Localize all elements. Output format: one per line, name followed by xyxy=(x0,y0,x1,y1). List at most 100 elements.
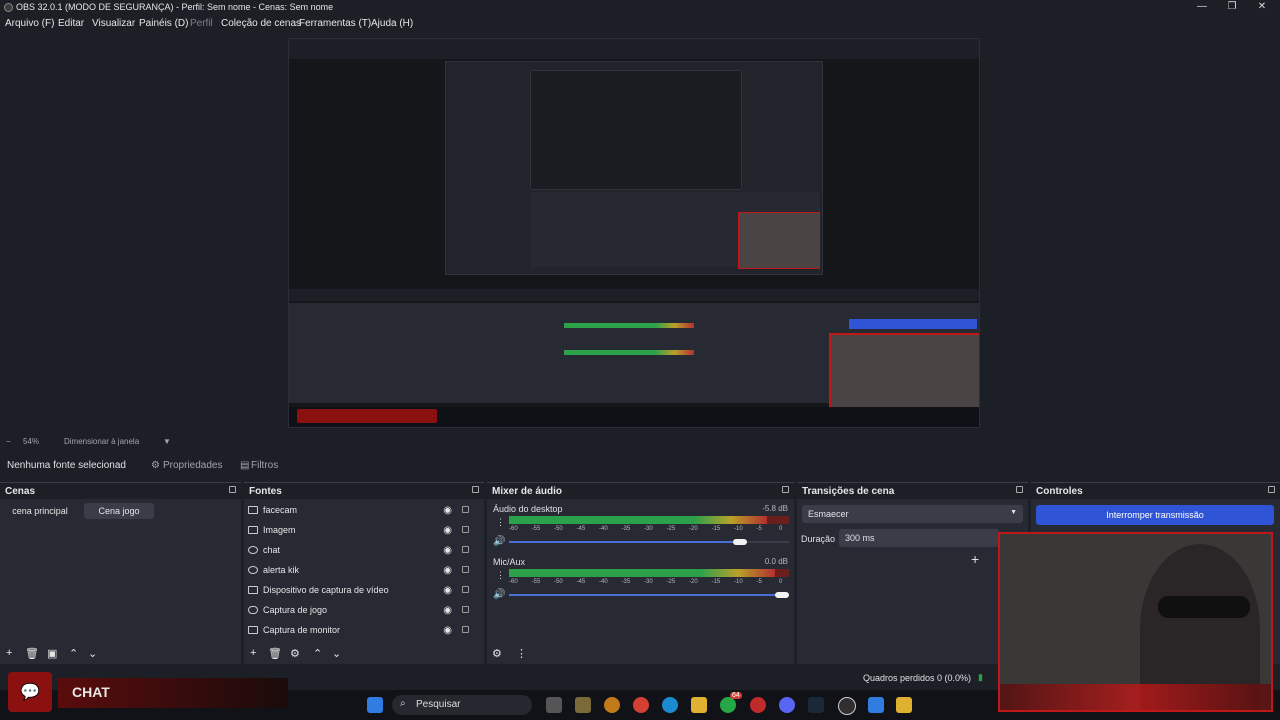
signal-icon: ▮ xyxy=(978,672,983,682)
volume-knob[interactable] xyxy=(775,592,789,598)
add-icon[interactable]: + xyxy=(971,551,979,567)
store-icon[interactable] xyxy=(575,697,591,713)
dock-menu-icon[interactable] xyxy=(1016,486,1023,493)
lock-icon[interactable] xyxy=(462,566,469,573)
filter-icon[interactable]: ▤ xyxy=(240,460,249,471)
obs-app-icon xyxy=(4,3,13,12)
stop-streaming-button[interactable]: Interromper transmissão xyxy=(1036,505,1274,525)
menu-arquivo[interactable]: Arquivo (F) xyxy=(5,18,54,29)
chat-label: CHAT xyxy=(72,684,110,700)
meter-tick-label: 0 xyxy=(779,526,783,532)
speaker-icon[interactable]: 🔊 xyxy=(493,589,505,600)
chevron-down-icon[interactable]: ⌄ xyxy=(88,647,97,660)
chevron-down-icon[interactable]: ▼ xyxy=(163,437,171,446)
visibility-icon[interactable]: ◉ xyxy=(443,585,452,596)
meter-tick-label: -10 xyxy=(734,526,743,532)
lock-icon[interactable] xyxy=(462,506,469,513)
volume-slider[interactable] xyxy=(509,541,789,543)
taskbar-search[interactable]: ⌕ Pesquisar xyxy=(392,695,532,715)
add-icon[interactable]: + xyxy=(6,647,12,659)
transition-select[interactable]: Esmaecer ▼ xyxy=(802,505,1023,523)
filter-icon[interactable]: ▣ xyxy=(47,647,57,660)
meter-tick-label: -50 xyxy=(554,579,563,585)
camera-icon xyxy=(248,586,258,594)
menu-colecao-cenas[interactable]: Coleção de cenas xyxy=(221,18,301,29)
visibility-icon[interactable]: ◉ xyxy=(443,605,452,616)
app-bolt-icon[interactable] xyxy=(896,697,912,713)
webcam-overlay xyxy=(998,532,1273,712)
source-item[interactable]: facecam ◉ xyxy=(244,501,484,521)
menu-perfil[interactable]: Perfil xyxy=(190,18,213,29)
discord-icon[interactable] xyxy=(779,697,795,713)
menu-ajuda[interactable]: Ajuda (H) xyxy=(371,18,413,29)
visibility-icon[interactable]: ◉ xyxy=(443,545,452,556)
lock-icon[interactable] xyxy=(462,626,469,633)
more-options-icon[interactable]: ⋮ xyxy=(496,570,505,581)
visibility-icon[interactable]: ◉ xyxy=(443,625,452,636)
meter-tick-label: -5 xyxy=(756,526,762,532)
visibility-icon[interactable]: ◉ xyxy=(443,525,452,536)
folder-icon[interactable] xyxy=(691,697,707,713)
more-options-icon[interactable]: ⋮ xyxy=(516,647,527,660)
dock-menu-icon[interactable] xyxy=(472,486,479,493)
duration-field[interactable]: 300 ms xyxy=(839,529,999,547)
maximize-icon[interactable]: ❐ xyxy=(1218,0,1246,15)
source-item[interactable]: chat ◉ xyxy=(244,541,484,561)
properties-button[interactable]: Propriedades xyxy=(163,460,222,471)
filters-button[interactable]: Filtros xyxy=(251,460,278,471)
dock-menu-icon[interactable] xyxy=(229,486,236,493)
source-item[interactable]: Imagem ◉ xyxy=(244,521,484,541)
steam-icon[interactable] xyxy=(808,697,824,713)
scene-item[interactable]: cena principal xyxy=(5,503,75,519)
source-item[interactable]: Captura de jogo ◉ xyxy=(244,601,484,621)
visibility-icon[interactable]: ◉ xyxy=(443,565,452,576)
transitions-panel: Transições de cena Esmaecer ▼ Duração 30… xyxy=(797,482,1028,664)
source-item[interactable]: Captura de monitor ◉ xyxy=(244,621,484,641)
gear-icon[interactable]: ⚙ xyxy=(151,460,160,471)
volume-slider[interactable] xyxy=(509,594,789,596)
chevron-down-icon[interactable]: ⌄ xyxy=(332,647,341,660)
close-icon[interactable]: ✕ xyxy=(1248,0,1276,15)
visibility-icon[interactable]: ◉ xyxy=(443,505,452,516)
chrome-icon[interactable] xyxy=(633,697,649,713)
volume-knob[interactable] xyxy=(733,539,747,545)
meter-ticks: -60 -55 -50 -45 -40 -35 -30 -25 -20 -15 -10 -5 0 xyxy=(509,579,789,587)
trash-icon[interactable]: 🗑 xyxy=(25,647,39,660)
menu-paineis[interactable]: Painéis (D) xyxy=(139,18,188,29)
trash-icon[interactable]: 🗑 xyxy=(268,647,282,660)
zoom-level[interactable]: 54% xyxy=(23,437,39,446)
lock-icon[interactable] xyxy=(462,606,469,613)
dock-menu-icon[interactable] xyxy=(1268,486,1275,493)
lock-icon[interactable] xyxy=(462,526,469,533)
gear-icon[interactable]: ⚙ xyxy=(290,647,300,660)
task-view-icon[interactable] xyxy=(546,697,562,713)
lock-icon[interactable] xyxy=(462,546,469,553)
resize-to-window-button[interactable]: Dimensionar à janela xyxy=(64,437,139,446)
chevron-up-icon[interactable]: ⌃ xyxy=(69,647,78,660)
menu-visualizar[interactable]: Visualizar xyxy=(92,18,135,29)
app-red-icon[interactable] xyxy=(750,697,766,713)
menu-ferramentas[interactable]: Ferramentas (T) xyxy=(299,18,371,29)
chevron-up-icon[interactable]: ⌃ xyxy=(313,647,322,660)
source-item[interactable]: Dispositivo de captura de vídeo ◉ xyxy=(244,581,484,601)
speaker-icon[interactable]: 🔊 xyxy=(493,536,505,547)
edge-icon[interactable] xyxy=(662,697,678,713)
app-window-icon[interactable] xyxy=(868,697,884,713)
whatsapp-icon[interactable] xyxy=(720,697,736,713)
copilot-icon[interactable] xyxy=(604,697,620,713)
obs-icon[interactable] xyxy=(838,697,856,715)
start-icon[interactable] xyxy=(367,697,383,713)
preview-canvas[interactable] xyxy=(288,38,980,428)
scene-item[interactable]: Cena jogo xyxy=(84,503,154,519)
menu-editar[interactable]: Editar xyxy=(58,18,84,29)
lock-icon[interactable] xyxy=(462,586,469,593)
chevron-down-icon: ▼ xyxy=(1010,509,1017,516)
dock-menu-icon[interactable] xyxy=(782,486,789,493)
advanced-audio-icon[interactable]: ⚙ xyxy=(492,647,502,660)
source-item[interactable]: alerta kik ◉ xyxy=(244,561,484,581)
more-options-icon[interactable]: ⋮ xyxy=(496,517,505,528)
meter-tick-label: -40 xyxy=(599,526,608,532)
zoom-minus-button[interactable]: − xyxy=(6,437,11,446)
minimize-icon[interactable]: — xyxy=(1188,0,1216,15)
add-icon[interactable]: + xyxy=(250,647,256,659)
